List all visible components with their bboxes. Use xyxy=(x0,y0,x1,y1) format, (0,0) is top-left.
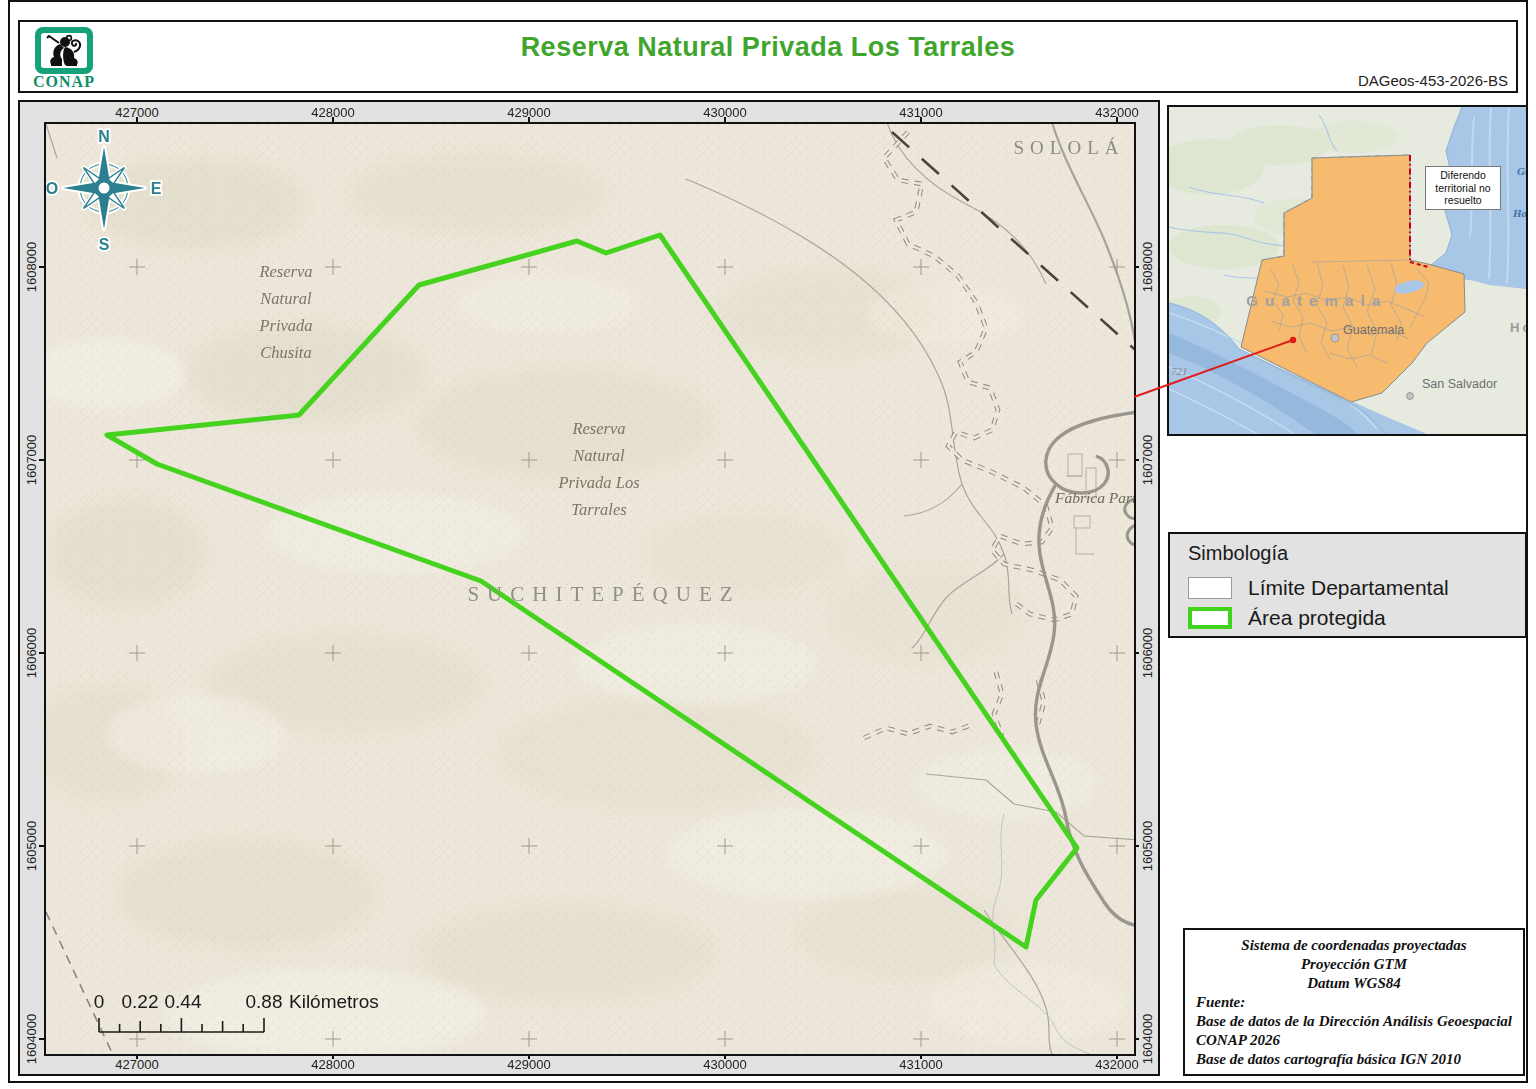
coordinate-tick xyxy=(528,117,530,122)
source-line: Sistema de coordenadas proyectadas xyxy=(1196,936,1512,955)
document-code: DAGeos-453-2026-BS xyxy=(1358,72,1508,89)
territorial-note: Diferendo territorial no resuelto xyxy=(1425,166,1501,210)
compass-n: N xyxy=(98,128,110,145)
source-line: CONAP 2026 xyxy=(1196,1031,1512,1050)
coordinate-tick xyxy=(332,117,334,122)
svg-text:Natural: Natural xyxy=(572,446,625,465)
coordinate-tick xyxy=(39,652,44,654)
coordinate-tick xyxy=(528,1054,530,1059)
coordinate-tick xyxy=(1116,1054,1118,1059)
x-coordinate-label: 430000 xyxy=(703,1057,746,1072)
coordinate-tick xyxy=(1134,845,1139,847)
y-coordinate-label: 1604000 xyxy=(24,1014,39,1065)
department-label-suchitepequez: SUCHITEPÉQUEZ xyxy=(467,582,740,606)
coordinate-tick xyxy=(39,1038,44,1040)
coordinate-tick xyxy=(920,117,922,122)
source-box: Sistema de coordenadas proyectadas Proye… xyxy=(1183,928,1525,1076)
legend-title: Simbología xyxy=(1188,542,1288,565)
x-coordinate-label: 432000 xyxy=(1095,1057,1138,1072)
source-line: Proyección GTM xyxy=(1196,955,1512,974)
svg-text:Reserva: Reserva xyxy=(258,262,312,281)
y-coordinate-label: 1606000 xyxy=(1140,628,1155,679)
departmental-swatch xyxy=(1188,577,1232,599)
svg-text:Chusita: Chusita xyxy=(260,343,311,362)
legend: Simbología Límite Departamental Área pro… xyxy=(1168,532,1527,638)
scale-088: 0.88 xyxy=(246,991,283,1012)
svg-text:Reserva: Reserva xyxy=(571,419,625,438)
source-line: Base de datos de la Dirección Análisis G… xyxy=(1196,1012,1512,1031)
svg-text:Privada Los: Privada Los xyxy=(557,473,639,492)
coordinate-tick xyxy=(1116,117,1118,122)
page: CONAP Reserva Natural Privada Los Tarral… xyxy=(0,0,1536,1089)
y-coordinate-label: 1605000 xyxy=(1140,821,1155,872)
source-line: Fuente: xyxy=(1196,993,1512,1012)
compass-s: S xyxy=(99,236,110,253)
y-coordinate-label: 1608000 xyxy=(1140,242,1155,293)
scale-unit: Kilómetros xyxy=(289,991,379,1012)
inset-map[interactable]: G u a t e m a l a Guatemala San Salvador… xyxy=(1167,105,1528,436)
inset-city2-label: San Salvador xyxy=(1422,377,1497,391)
x-coordinate-label: 429000 xyxy=(507,1057,550,1072)
x-coordinate-label: 431000 xyxy=(899,1057,942,1072)
inset-road-number: 721 xyxy=(1171,365,1188,377)
inset-city2-dot xyxy=(1407,393,1414,400)
map-frame: SOLOLÁ SUCHITEPÉQUEZ Reserva Natural Pri… xyxy=(18,100,1160,1076)
coordinate-tick xyxy=(724,117,726,122)
legend-item-departmental: Límite Departamental xyxy=(1188,575,1449,601)
inset-city-dot xyxy=(1331,334,1339,342)
coordinate-tick xyxy=(1134,652,1139,654)
inset-country-label: G u a t e m a l a xyxy=(1246,292,1382,309)
y-coordinate-label: 1607000 xyxy=(24,435,39,486)
inset-city-label: Guatemala xyxy=(1343,323,1404,337)
coordinate-tick xyxy=(724,1054,726,1059)
coordinate-tick xyxy=(136,1054,138,1059)
coordinate-tick xyxy=(920,1054,922,1059)
header: CONAP Reserva Natural Privada Los Tarral… xyxy=(18,20,1518,93)
y-coordinate-label: 1607000 xyxy=(1140,435,1155,486)
scale-044: 0.44 xyxy=(165,991,202,1012)
coordinate-tick xyxy=(39,845,44,847)
protected-swatch xyxy=(1188,607,1232,629)
y-coordinate-label: 1605000 xyxy=(24,821,39,872)
svg-text:Tarrales: Tarrales xyxy=(571,500,626,519)
coordinate-tick xyxy=(1134,459,1139,461)
svg-text:Privada: Privada xyxy=(258,316,312,335)
y-coordinate-label: 1608000 xyxy=(24,242,39,293)
scale-022: 0.22 xyxy=(122,991,159,1012)
y-coordinate-label: 1606000 xyxy=(24,628,39,679)
source-line: Datum WGS84 xyxy=(1196,974,1512,993)
x-coordinate-label: 428000 xyxy=(311,1057,354,1072)
svg-text:Natural: Natural xyxy=(259,289,312,308)
compass-w: O xyxy=(46,180,58,197)
coordinate-tick xyxy=(1134,1038,1139,1040)
department-label-solola: SOLOLÁ xyxy=(1014,137,1125,158)
coordinate-tick xyxy=(332,1054,334,1059)
coordinate-tick xyxy=(136,117,138,122)
coordinate-tick xyxy=(1134,266,1139,268)
inset-water-label-2: Hon xyxy=(1512,207,1526,219)
x-coordinate-label: 427000 xyxy=(115,1057,158,1072)
inset-honduras-label: Ho xyxy=(1510,320,1526,335)
scale-0: 0 xyxy=(94,991,105,1012)
coordinate-tick xyxy=(39,266,44,268)
legend-item-protected: Área protegida xyxy=(1188,605,1386,631)
place-label-fabrica: Fábrica Parral xyxy=(1054,489,1134,506)
compass-e: E xyxy=(151,180,162,197)
page-title: Reserva Natural Privada Los Tarrales xyxy=(20,32,1516,63)
y-coordinate-label: 1604000 xyxy=(1140,1014,1155,1065)
logo-text: CONAP xyxy=(33,73,95,90)
inset-water-label-1: Gu xyxy=(1517,165,1526,177)
main-map[interactable]: SOLOLÁ SUCHITEPÉQUEZ Reserva Natural Pri… xyxy=(44,122,1136,1056)
source-line: Base de datos cartografía básica IGN 201… xyxy=(1196,1050,1512,1069)
coordinate-tick xyxy=(39,459,44,461)
